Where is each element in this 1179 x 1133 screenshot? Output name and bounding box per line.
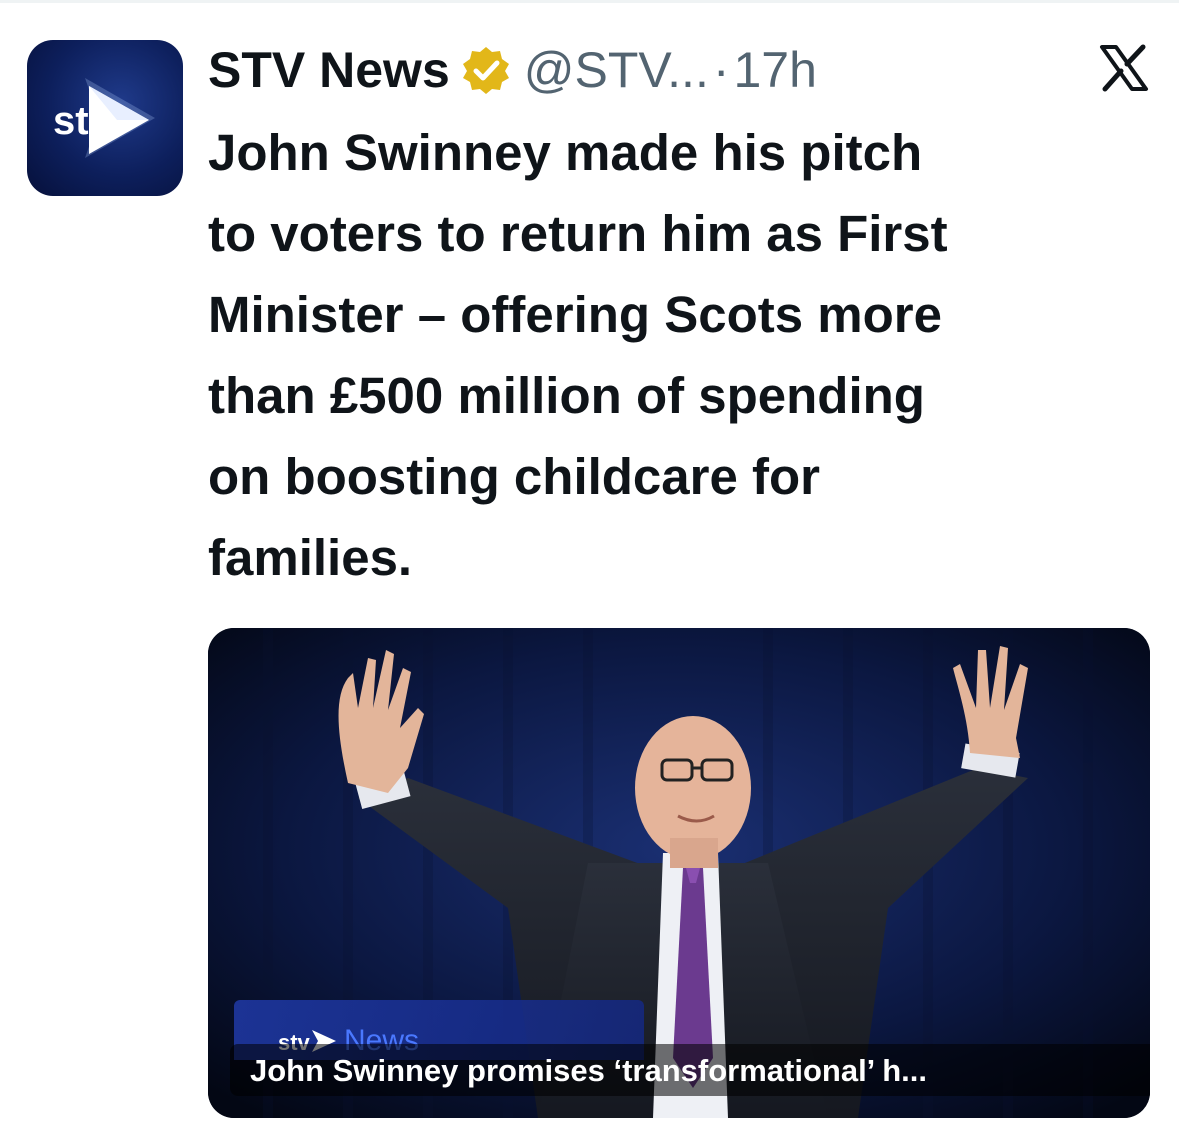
avatar-brand-text: stv <box>53 99 112 143</box>
stv-logo-icon: stv <box>53 78 155 158</box>
tweet-text-line: to voters to return him as First <box>208 205 948 262</box>
tweet-text-line: families. <box>208 529 413 586</box>
tweet-text: John Swinney made his pitch to voters to… <box>208 112 1148 598</box>
tweet-text-line: Minister – offering Scots more <box>208 286 942 343</box>
tweet-text-line: than £500 million of spending <box>208 367 925 424</box>
tweet-text-line: John Swinney made his pitch <box>208 124 923 181</box>
x-logo-icon[interactable] <box>1098 44 1150 92</box>
card-title[interactable]: John Swinney promises ‘transformational’… <box>250 1046 927 1096</box>
top-divider <box>0 0 1179 3</box>
link-preview-card[interactable]: stv News John Swinney promises ‘transfor… <box>208 628 1150 1118</box>
separator-dot: · <box>712 42 730 98</box>
timestamp[interactable]: 17h <box>734 38 817 102</box>
verified-badge-icon <box>460 44 512 96</box>
author-name[interactable]: STV News <box>208 38 450 102</box>
author-handle[interactable]: @STV... <box>524 38 709 102</box>
author-avatar[interactable]: stv <box>27 40 183 196</box>
tweet-header: STV News @STV... · 17h <box>208 38 817 102</box>
tweet-text-line: on boosting childcare for <box>208 448 821 505</box>
